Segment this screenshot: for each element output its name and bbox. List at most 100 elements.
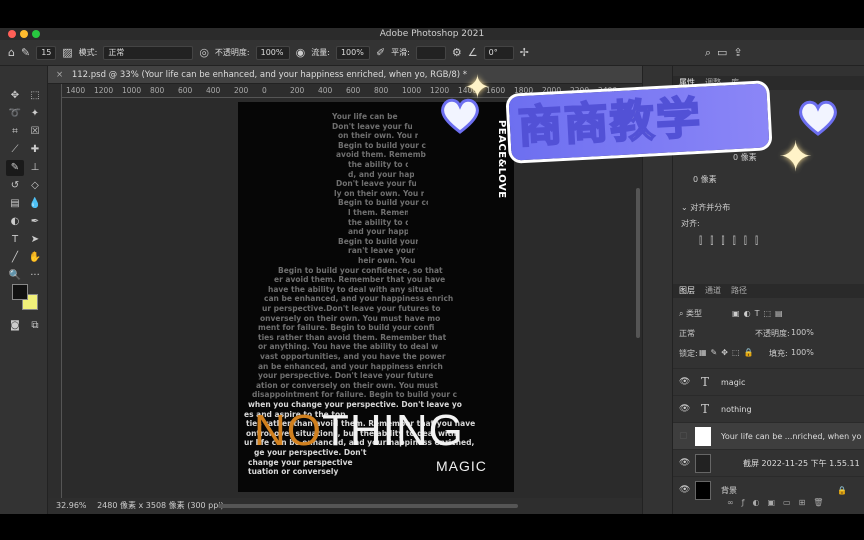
brush-settings-icon[interactable]: ▨ [62,46,72,59]
body-text-line: avoid them. Remember th [336,150,426,160]
symmetry-icon[interactable]: ✢ [520,46,529,59]
home-icon[interactable]: ⌂ [8,46,15,59]
scrollbar-thumb[interactable] [636,188,640,338]
minimize-window-button[interactable] [20,30,28,38]
horizontal-scrollbar[interactable] [218,504,518,508]
move-tool-icon[interactable]: ✥ [6,88,24,104]
ruler-tick-label: 1000 [402,86,422,95]
close-tab-icon[interactable]: × [56,70,63,80]
body-text-line: ment for failure. Begin to build your co… [258,323,435,333]
foreground-color-swatch[interactable] [12,284,28,300]
fill-field[interactable]: 100% [791,348,864,357]
eyedropper-icon[interactable]: ⟋ [6,142,24,158]
body-text-line: l them. Remember [348,208,408,217]
lasso-tool-icon[interactable]: ➰ [6,106,24,122]
tab-paths[interactable]: 路径 [731,284,747,298]
dodge-tool-icon[interactable]: ◐ [6,214,24,230]
vertical-scrollbar[interactable] [634,98,642,498]
sparkle-icon: ✦ [778,132,814,181]
eye-icon[interactable]: 👁 [679,450,690,477]
layer-row-screenshot[interactable]: 👁 截屏 2022-11-25 下午 1.55.11 [673,449,864,476]
zoom-window-button[interactable] [32,30,40,38]
line-tool-icon[interactable]: ╱ [6,250,24,266]
frame-tool-icon[interactable]: ☒ [26,124,44,140]
screen-mode-icon[interactable]: ⧉ [26,318,44,334]
ruler-tick-label: 1800 [514,86,534,95]
brush-tool-icon[interactable]: ✎ [6,160,24,176]
eraser-icon[interactable]: ◇ [26,178,44,194]
flow-field[interactable]: 100% [335,45,370,60]
ruler-tick-label: 1000 [122,86,142,95]
brush-tool-icon[interactable]: ✎ [21,46,30,59]
marquee-tool-icon[interactable]: ⬚ [26,88,44,104]
document-canvas[interactable]: Your life can beDon't leave your futuron… [238,102,514,492]
stamp-tool-icon[interactable]: ⊥ [26,160,44,176]
align-label: 对齐: [681,219,700,228]
body-text-line: ly on their own. You mu [334,188,424,198]
zoom-tool-icon[interactable]: 🔍 [6,268,24,284]
body-text-line: Begin to build your c [338,236,418,246]
body-text-line: on their own. You mus [338,131,418,141]
headline-no: NO [254,406,322,455]
tab-layers[interactable]: 图层 [679,284,695,298]
tab-channels[interactable]: 通道 [705,284,721,298]
blur-tool-icon[interactable]: 💧 [26,196,44,212]
layer-opacity-field[interactable]: 100% [791,328,864,337]
airbrush-icon[interactable]: ✐ [376,46,385,59]
zoom-level[interactable]: 32.96% [56,501,87,510]
layer-actions[interactable]: ∞ƒ◐▣▭⊞🗑 [727,498,864,507]
smoothing-field[interactable] [415,45,446,60]
workspace-icon[interactable]: ▭ [717,46,727,59]
magic-wand-icon[interactable]: ✦ [26,106,44,122]
eye-icon[interactable]: 👁 [679,477,690,504]
hand-tool-icon[interactable]: ✋ [26,250,44,266]
layer-row-text-block[interactable]: ▢ Your life can be ...nriched, when yo [673,422,864,449]
tools-panel: ✥ ⬚ ➰ ✦ ⌗ ☒ ⟋ ✚ ✎ ⊥ ↺ ◇ ▤ 💧 ◐ ✒ T ➤ ╱ ✋ … [0,66,48,514]
eye-icon[interactable]: 👁 [679,369,690,396]
gradient-tool-icon[interactable]: ▤ [6,196,24,212]
layer-name: 截屏 2022-11-25 下午 1.55.11 [743,459,860,468]
document-tab[interactable]: × 112.psd @ 33% (Your life can be enhanc… [48,66,642,84]
layer-name: nothing [721,405,752,414]
share-icon[interactable]: ⇪ [733,46,742,59]
quick-mask-icon[interactable]: ◙ [6,318,24,334]
ruler-tick-label: 800 [374,86,389,95]
pen-tool-icon[interactable]: ✒ [26,214,44,230]
close-window-button[interactable] [8,30,16,38]
overlay-title-text: 商商教学 [516,92,704,155]
eye-hidden-icon[interactable]: ▢ [679,423,688,450]
document-tab-title: 112.psd @ 33% (Your life can be enhanced… [71,70,468,80]
align-buttons[interactable]: ⫿⫿⫿⫿⫿⫿ [699,236,864,247]
body-text-line: Begin to build your confidence, so that [278,265,443,275]
headline-thing: THING [322,406,464,455]
vertical-ruler[interactable] [48,84,62,498]
history-brush-icon[interactable]: ↺ [6,178,24,194]
type-tool-icon[interactable]: T [6,232,24,248]
ruler-tick-label: 0 [262,86,267,95]
sparkle-icon: ✦ [464,68,491,106]
body-text-line: the ability to deal [348,217,408,227]
align-header[interactable]: ⌄ 对齐并分布 [681,202,864,213]
layer-row-nothing[interactable]: 👁 T nothing [673,395,864,422]
mode-select[interactable]: 正常 [103,45,194,60]
body-text-line: vast opportunities, and you have the pow… [260,352,446,361]
ruler-tick-label: 200 [234,86,249,95]
brush-size-field[interactable]: 15 [36,45,57,60]
healing-brush-icon[interactable]: ✚ [26,142,44,158]
pressure-icon[interactable]: ◉ [296,46,306,59]
layer-row-magic[interactable]: 👁 T magic [673,368,864,395]
opacity-field[interactable]: 100% [255,45,290,60]
pressure-opacity-icon[interactable]: ◎ [199,46,209,59]
body-text-line: change your perspective [248,457,353,467]
more-tools-icon[interactable]: ··· [26,268,44,284]
document-info[interactable]: 2480 像素 x 3508 像素 (300 ppi) [97,501,224,510]
layer-filter[interactable]: ⌕ 类型 ▣◐T⬚▤ [679,308,864,319]
eye-icon[interactable]: 👁 [679,396,690,423]
search-icon[interactable]: ⌕ [705,46,711,60]
crop-tool-icon[interactable]: ⌗ [6,124,24,140]
gear-icon[interactable]: ⚙ [452,46,462,59]
body-text-line: Don't leave your futu [336,179,416,189]
path-select-icon[interactable]: ➤ [26,232,44,248]
angle-field[interactable]: 0° [483,45,514,60]
filter-icons[interactable]: ▣◐T⬚▤ [732,309,787,318]
